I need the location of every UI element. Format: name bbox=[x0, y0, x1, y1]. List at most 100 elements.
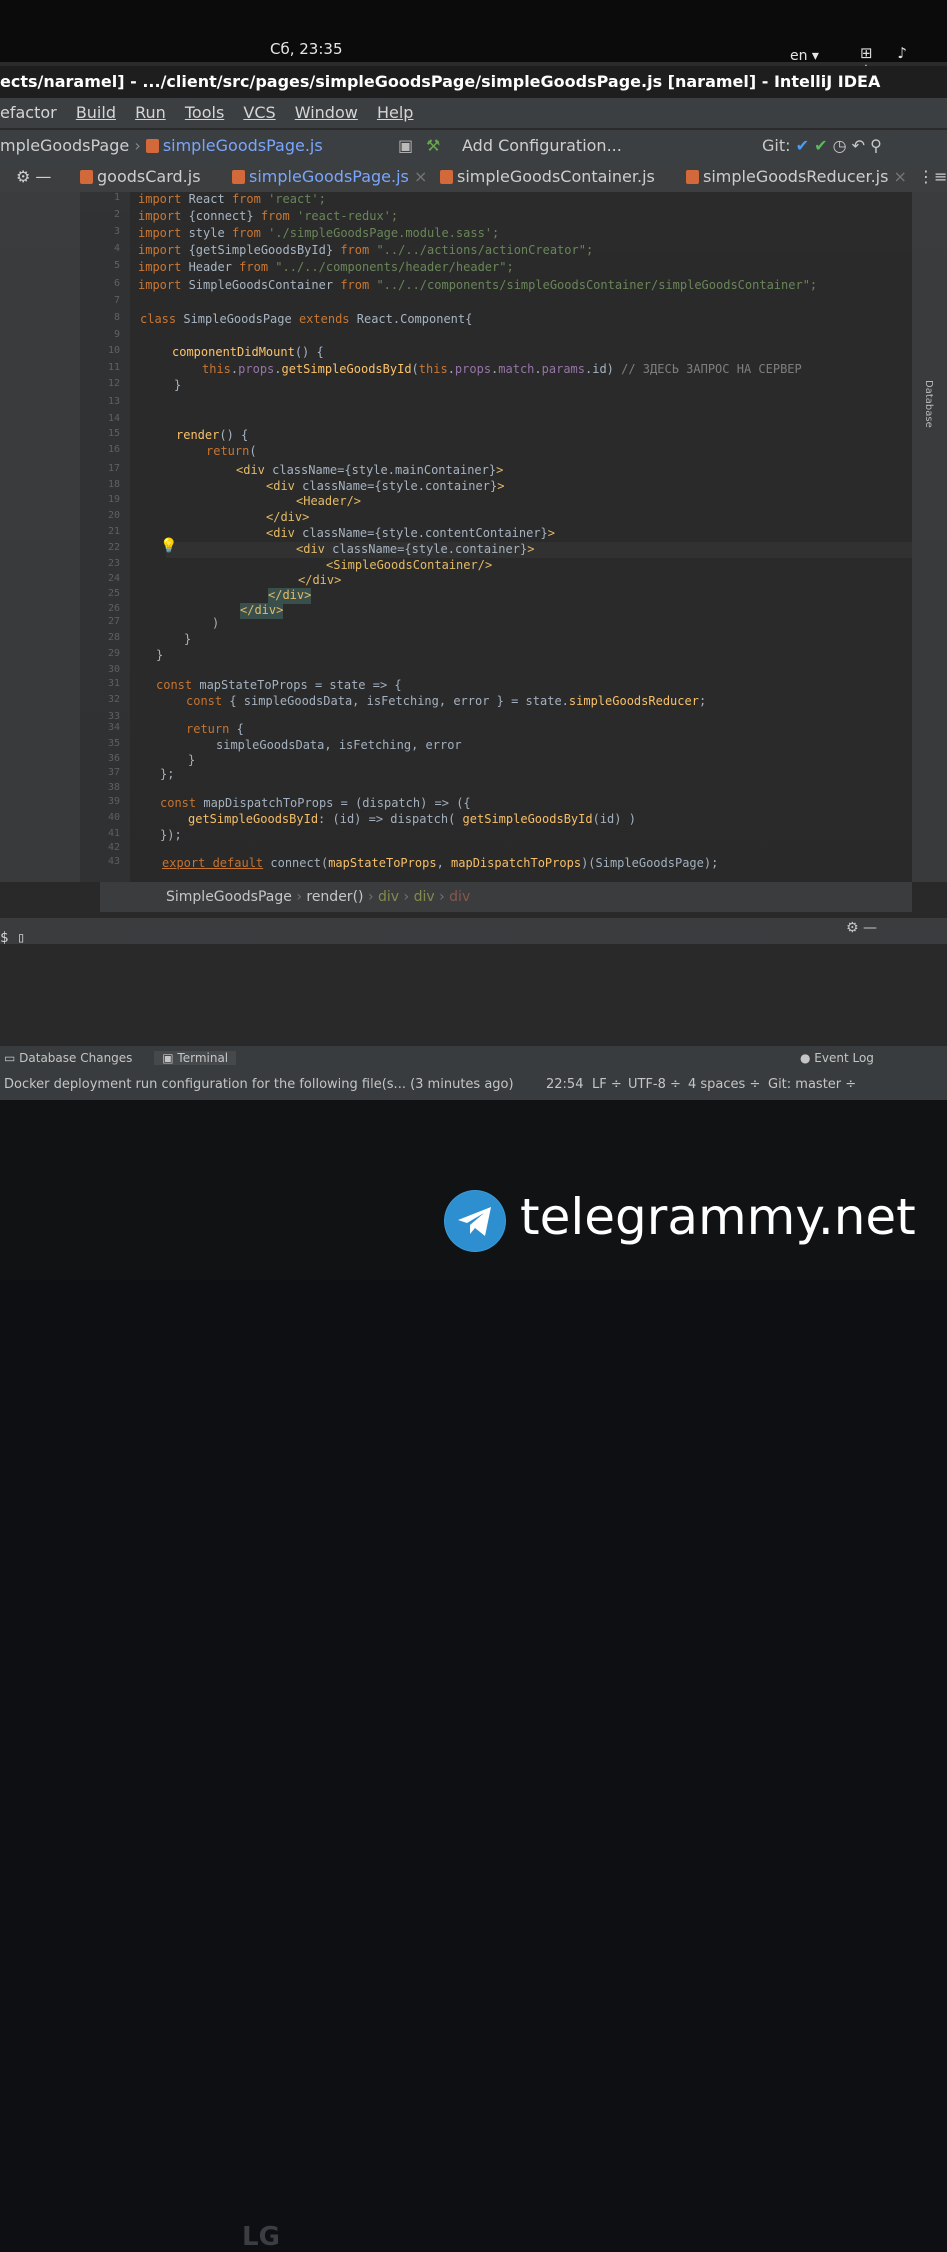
close-icon[interactable]: × bbox=[414, 167, 427, 186]
code-editor[interactable]: import React from 'react'; import {conne… bbox=[130, 192, 947, 882]
line-number: 1 bbox=[113, 192, 120, 203]
line-number: 38 bbox=[107, 782, 120, 793]
terminal-header: ⚙ — bbox=[0, 918, 947, 944]
tab-label: goodsCard.js bbox=[97, 167, 201, 186]
menu-window[interactable]: Window bbox=[295, 103, 358, 122]
code-line: } bbox=[174, 378, 182, 392]
line-number: 31 bbox=[107, 678, 120, 689]
terminal-panel[interactable]: $ ▯ bbox=[0, 930, 880, 1044]
tab-simplegoodspage[interactable]: simpleGoodsPage.js × bbox=[232, 162, 428, 195]
tab-database-changes[interactable]: ▭ Database Changes bbox=[4, 1051, 132, 1065]
git-update-icon[interactable]: ✔ bbox=[796, 136, 809, 155]
nav-crumb-folder[interactable]: mpleGoodsPage bbox=[0, 136, 129, 155]
tab-terminal[interactable]: ▣ Terminal bbox=[154, 1051, 237, 1065]
line-number: 22 bbox=[107, 542, 120, 553]
indent-setting[interactable]: 4 spaces ÷ bbox=[688, 1070, 760, 1100]
gnome-top-bar: Сб, 23:35 en ▾ ⊞ ♪ ⏻ bbox=[0, 0, 947, 80]
nav-crumb-file[interactable]: simpleGoodsPage.js bbox=[163, 136, 323, 155]
line-number: 29 bbox=[107, 648, 120, 659]
terminal-icon[interactable]: ▣ bbox=[398, 130, 413, 162]
line-number: 10 bbox=[107, 345, 120, 356]
build-hammer-icon[interactable]: ⚒ bbox=[426, 130, 440, 162]
code-line: } bbox=[188, 753, 196, 767]
git-label: Git: bbox=[762, 136, 791, 155]
project-panel[interactable] bbox=[0, 192, 80, 882]
tab-goodscard[interactable]: goodsCard.js bbox=[80, 162, 201, 192]
add-configuration-button[interactable]: Add Configuration... bbox=[462, 130, 622, 162]
line-number: 23 bbox=[107, 558, 120, 569]
crumb-div[interactable]: div bbox=[378, 889, 399, 905]
line-number: 7 bbox=[113, 295, 120, 306]
terminal-prompt: $ ▯ bbox=[0, 930, 26, 946]
git-rollback-icon[interactable]: ↶ bbox=[852, 136, 865, 155]
close-icon[interactable]: × bbox=[894, 167, 907, 186]
code-line: ) bbox=[212, 616, 220, 630]
code-line: this.props.getSimpleGoodsById(this.props… bbox=[202, 362, 802, 376]
tab-label: simpleGoodsContainer.js bbox=[457, 167, 655, 186]
menu-run[interactable]: Run bbox=[135, 103, 166, 122]
tab-simplegoodsreducer[interactable]: simpleGoodsReducer.js × bbox=[686, 162, 907, 192]
line-number: 37 bbox=[107, 767, 120, 778]
line-number: 19 bbox=[107, 494, 120, 505]
menu-vcs[interactable]: VCS bbox=[243, 103, 275, 122]
js-file-icon bbox=[80, 170, 93, 184]
line-number: 13 bbox=[107, 396, 120, 407]
line-number: 26 bbox=[107, 603, 120, 614]
crumb-class[interactable]: SimpleGoodsPage bbox=[166, 889, 292, 905]
tab-label: Terminal bbox=[177, 1051, 229, 1065]
code-line: import {connect} from 'react-redux'; bbox=[138, 209, 399, 223]
language-indicator[interactable]: en ▾ bbox=[790, 48, 819, 64]
code-line: simpleGoodsData, isFetching, error bbox=[216, 738, 462, 752]
code-line: return { bbox=[186, 722, 244, 736]
code-line: }); bbox=[160, 828, 182, 842]
terminal-settings-icon[interactable]: ⚙ — bbox=[846, 920, 877, 936]
tab-menu-icon[interactable]: ⋮≡ bbox=[918, 162, 947, 192]
line-number: 5 bbox=[113, 260, 120, 271]
git-toolbar: Git: ✔ ✔ ◷ ↶ ⚲ bbox=[762, 130, 882, 162]
line-number: 11 bbox=[107, 362, 120, 373]
tab-label: Database Changes bbox=[19, 1051, 133, 1065]
code-line: class SimpleGoodsPage extends React.Comp… bbox=[140, 312, 473, 326]
line-number: 36 bbox=[107, 753, 120, 764]
crumb-div[interactable]: div bbox=[414, 889, 435, 905]
line-number: 33 bbox=[107, 711, 120, 722]
caret-position[interactable]: 22:54 bbox=[546, 1070, 583, 1100]
git-branch[interactable]: Git: master ÷ bbox=[768, 1070, 856, 1100]
gear-icon[interactable]: ⚙ — bbox=[16, 162, 51, 192]
clock[interactable]: Сб, 23:35 bbox=[270, 40, 343, 58]
git-history-icon[interactable]: ◷ bbox=[833, 136, 847, 155]
code-line: import {getSimpleGoodsById} from "../../… bbox=[138, 243, 594, 257]
lightbulb-icon[interactable]: 💡 bbox=[160, 538, 177, 554]
line-number: 39 bbox=[107, 796, 120, 807]
menu-help[interactable]: Help bbox=[377, 103, 413, 122]
line-number: 43 bbox=[107, 856, 120, 867]
code-line: getSimpleGoodsById: (id) => dispatch( ge… bbox=[188, 812, 636, 826]
code-line: <div className={style.mainContainer}> bbox=[236, 463, 504, 477]
line-number: 15 bbox=[107, 428, 120, 439]
code-line: </div> bbox=[298, 573, 342, 587]
watermark-text: telegrammy.net bbox=[520, 1188, 916, 1246]
line-separator[interactable]: LF ÷ bbox=[592, 1070, 622, 1100]
monitor-brand-logo: LG bbox=[242, 2222, 280, 2252]
code-line: }; bbox=[160, 767, 175, 781]
menu-tools[interactable]: Tools bbox=[185, 103, 224, 122]
line-number: 28 bbox=[107, 632, 120, 643]
line-number: 12 bbox=[107, 378, 120, 389]
git-commit-icon[interactable]: ✔ bbox=[814, 136, 827, 155]
crumb-render[interactable]: render() bbox=[306, 889, 363, 905]
file-encoding[interactable]: UTF-8 ÷ bbox=[628, 1070, 681, 1100]
status-message[interactable]: Docker deployment run configuration for … bbox=[4, 1077, 514, 1092]
line-number: 18 bbox=[107, 479, 120, 490]
menu-build[interactable]: Build bbox=[76, 103, 116, 122]
code-line: export default connect(mapStateToProps, … bbox=[162, 856, 719, 870]
code-line-current: <div className={style.container}> bbox=[166, 542, 947, 558]
database-tool-tab[interactable]: Database bbox=[923, 380, 934, 428]
crumb-div[interactable]: div bbox=[449, 889, 470, 905]
menu-refactor[interactable]: efactor bbox=[0, 103, 57, 122]
code-line: componentDidMount() { bbox=[172, 345, 324, 359]
search-icon[interactable]: ⚲ bbox=[870, 136, 882, 155]
event-log-button[interactable]: ● Event Log bbox=[800, 1046, 874, 1070]
tab-simplegoodscontainer[interactable]: simpleGoodsContainer.js bbox=[440, 162, 655, 192]
line-number: 35 bbox=[107, 738, 120, 749]
tab-label: simpleGoodsReducer.js bbox=[703, 167, 889, 186]
